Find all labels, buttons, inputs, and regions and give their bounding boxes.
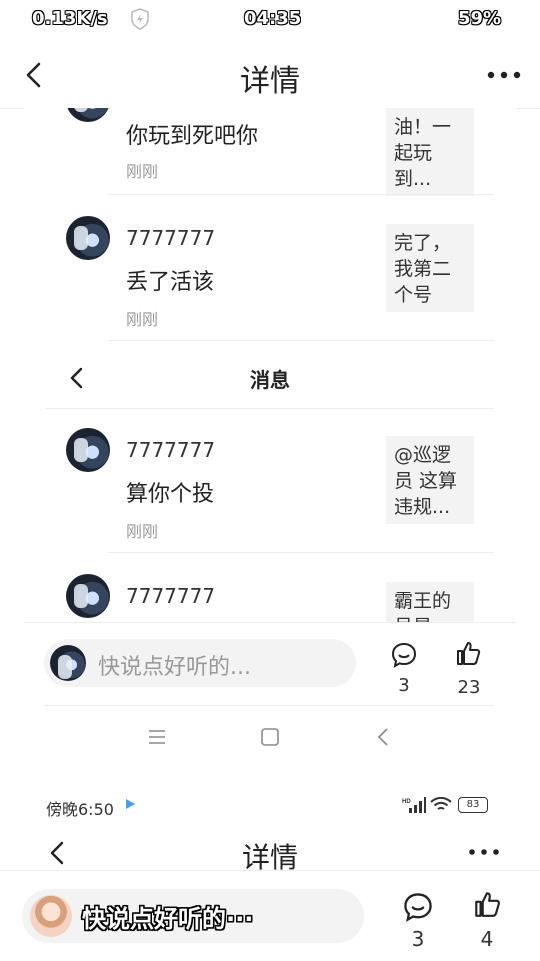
post-preview[interactable]: @巡逻员 这算违规... (386, 436, 474, 524)
battery-level: 59% (458, 8, 502, 29)
back-key-icon[interactable] (376, 727, 390, 747)
divider (108, 340, 494, 341)
avatar (66, 428, 110, 472)
avatar (66, 108, 110, 122)
avatar (66, 216, 110, 260)
signal-icon: HD (402, 797, 426, 813)
comment-time: 刚刚 (126, 522, 159, 541)
divider (44, 705, 494, 706)
menu-key-icon[interactable] (148, 729, 166, 745)
embedded-comment-bar: 快说点好听的... 3 23 (24, 622, 516, 768)
home-key-icon[interactable] (260, 727, 280, 747)
more-icon[interactable] (468, 848, 500, 856)
comment-username: 7777777 (126, 438, 216, 462)
divider (108, 552, 494, 553)
more-icon[interactable] (486, 70, 522, 80)
svg-text:HD: HD (402, 799, 411, 805)
comment-count: 3 (411, 927, 425, 951)
clock: 04:35 (244, 8, 302, 29)
network-speed: 0.13K/s (32, 8, 108, 29)
list-item: 7777777 算你个投 刚刚 @巡逻员 这算违规... (24, 426, 516, 552)
status-bar: 0.13K/s 04:35 59% (0, 0, 540, 40)
comment-count: 3 (398, 675, 410, 696)
like-count: 4 (480, 927, 494, 951)
post-preview[interactable]: 油！一起玩到... (386, 108, 474, 196)
divider (46, 408, 494, 409)
clock: 傍晚6:50 (46, 800, 114, 819)
like-count: 23 (457, 677, 481, 698)
comment-time: 刚刚 (126, 310, 159, 329)
embedded-screenshot[interactable]: 你玩到死吧你 刚刚 油！一起玩到... 7777777 丢了活该 刚刚 完了，我… (24, 108, 516, 768)
messages-header: 消息 (24, 346, 516, 410)
comment-username: 7777777 (126, 584, 216, 608)
battery-indicator: 83 (458, 797, 488, 813)
shield-icon (131, 8, 149, 30)
messages-title: 消息 (250, 368, 290, 392)
comment-bar: 快说点好听的··· 3 4 (0, 870, 540, 961)
comment-placeholder: 快说点好听的··· (82, 905, 254, 933)
post-preview[interactable]: 完了，我第二个号又... (386, 224, 474, 312)
list-item: 你玩到死吧你 刚刚 油！一起玩到... (24, 108, 516, 196)
comment-input[interactable]: 快说点好听的··· (22, 889, 364, 943)
like-icon[interactable] (472, 889, 502, 919)
comment-text: 你玩到死吧你 (126, 124, 259, 149)
play-icon (126, 799, 135, 809)
avatar (30, 895, 72, 937)
avatar (50, 645, 86, 681)
list-item: 7777777 丢了活该 刚刚 完了，我第二个号又... (24, 214, 516, 340)
comment-text: 丢了活该 (126, 270, 215, 295)
comment-username: 7777777 (126, 226, 216, 250)
comment-icon[interactable] (390, 641, 418, 669)
app-header: 详情 (0, 40, 540, 109)
avatar (66, 574, 110, 618)
comment-time: 刚刚 (126, 162, 159, 181)
comment-placeholder: 快说点好听的... (98, 655, 251, 680)
comment-input[interactable]: 快说点好听的... (44, 639, 356, 687)
page-title: 详情 (240, 64, 300, 99)
like-icon[interactable] (454, 639, 482, 667)
divider (108, 194, 494, 195)
comment-icon[interactable] (402, 891, 434, 923)
wifi-icon (430, 797, 452, 810)
comment-text: 算你个投 (126, 482, 215, 507)
